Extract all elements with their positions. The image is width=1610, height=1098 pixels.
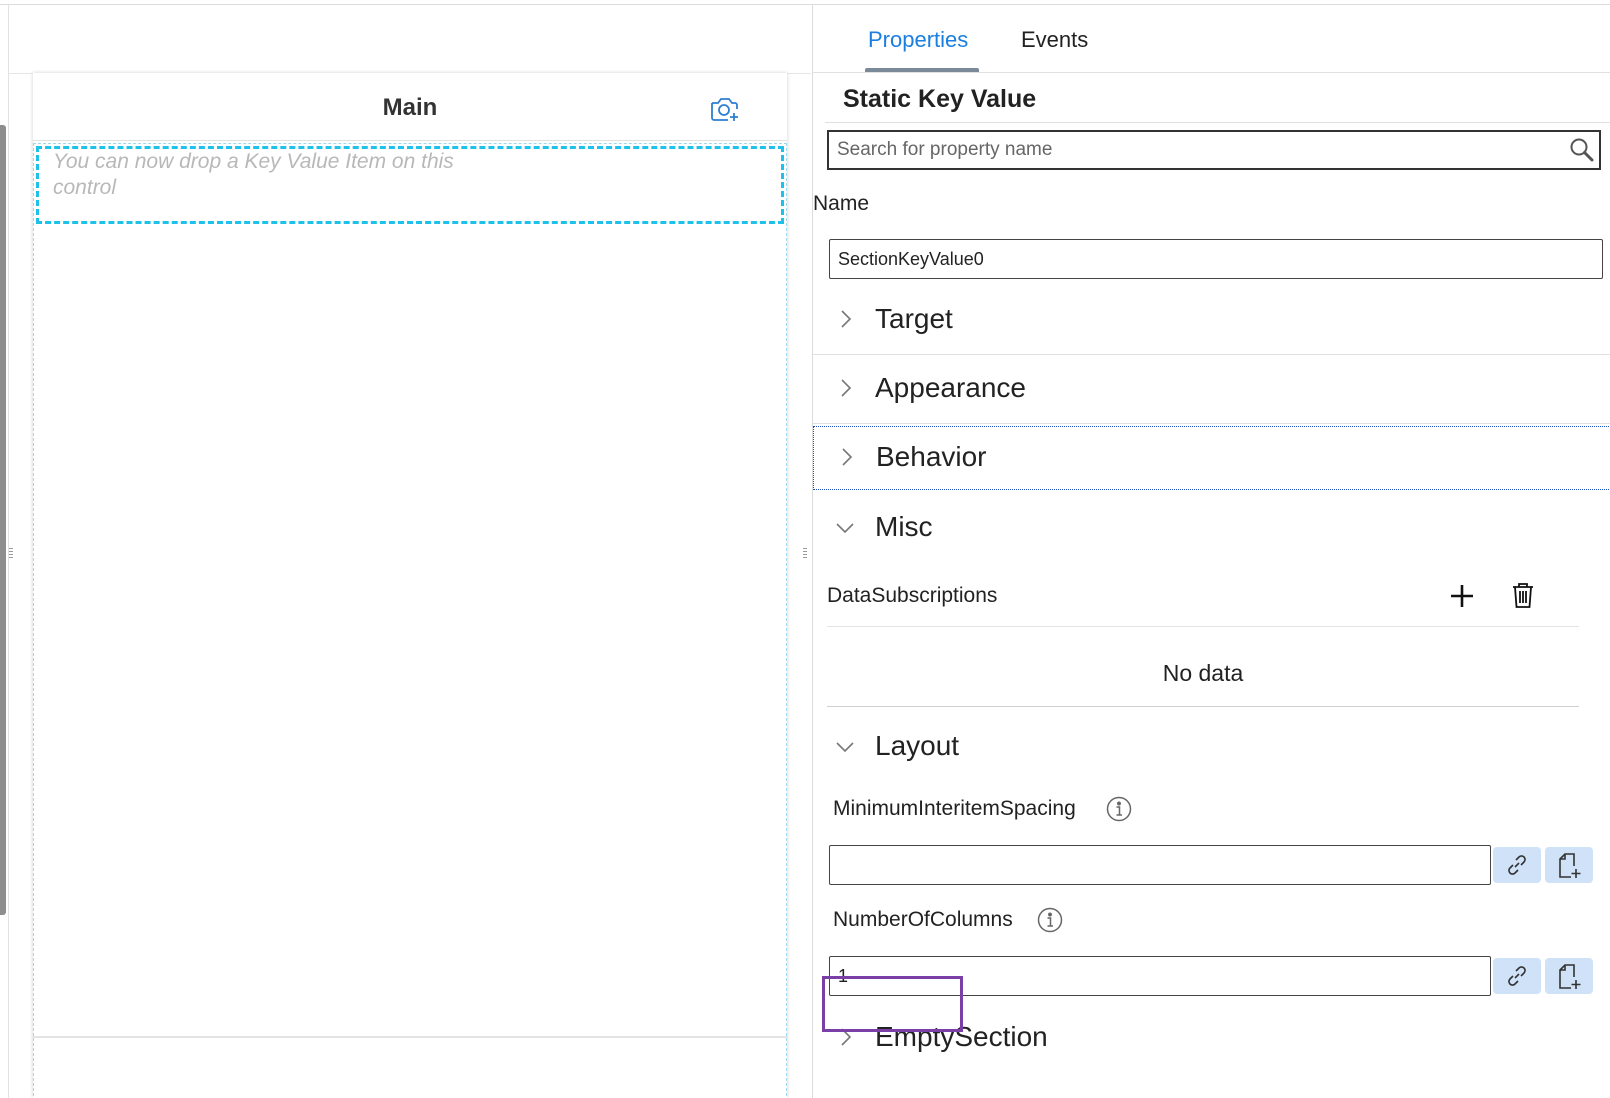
app-root: Main You can now drop a Key Value Item o… [0, 0, 1610, 1098]
left-gutter [0, 5, 9, 1098]
bind-button[interactable] [1493, 847, 1541, 883]
new-file-icon [1559, 964, 1581, 989]
vertical-scrollbar[interactable] [0, 125, 6, 915]
right-split-grip[interactable] [803, 548, 807, 562]
tab-events[interactable]: Events [1021, 27, 1088, 53]
name-label: Name [813, 192, 870, 215]
name-field[interactable] [829, 239, 1603, 279]
new-rule-button[interactable] [1545, 958, 1593, 994]
preview-title: Main [382, 94, 438, 121]
chevron-right-icon [841, 310, 852, 328]
section-layout-label: Layout [875, 730, 960, 761]
page-preview: Main You can now drop a Key Value Item o… [33, 73, 787, 1098]
properties-panel: Properties Events Static Key Value Name … [812, 5, 1610, 1098]
section-layout[interactable]: Layout [813, 714, 1610, 782]
active-tab-indicator [865, 68, 979, 72]
new-rule-button[interactable] [1545, 847, 1593, 883]
section-target[interactable]: Target [813, 287, 1610, 355]
section-appearance-label: Appearance [875, 372, 1027, 403]
min-spacing-field[interactable] [829, 845, 1491, 885]
columns-label: NumberOfColumns [833, 908, 1013, 931]
preview-footer-divider [33, 1036, 787, 1038]
trash-icon[interactable] [1511, 581, 1535, 609]
annotation-highlight [822, 976, 963, 1032]
title-divider [825, 122, 1610, 123]
panel-tabs: Properties Events [813, 5, 1610, 73]
chevron-right-icon [841, 379, 852, 397]
section-behavior-label: Behavior [876, 441, 987, 472]
info-icon[interactable] [1037, 907, 1063, 933]
subscriptions-divider [827, 626, 1579, 627]
no-data-text: No data [1162, 660, 1244, 686]
section-misc-label: Misc [875, 511, 933, 542]
preview-header: Main [33, 73, 787, 141]
link-icon [1508, 966, 1526, 986]
misc-bottom-divider [827, 706, 1579, 707]
chevron-right-icon [842, 448, 853, 466]
new-file-icon [1559, 853, 1581, 878]
panel-title: Static Key Value [843, 85, 1037, 113]
search-input[interactable] [829, 132, 1549, 168]
chevron-down-icon [836, 742, 854, 753]
section-target-label: Target [875, 303, 953, 334]
drop-hint-text: You can now drop a Key Value Item on thi… [53, 150, 454, 199]
section-drop-zone [33, 143, 787, 1098]
chevron-down-icon [836, 523, 854, 534]
min-spacing-label: MinimumInteritemSpacing [833, 797, 1076, 820]
property-search [827, 130, 1601, 170]
search-icon[interactable] [1569, 137, 1595, 163]
camera-add-icon[interactable] [709, 95, 741, 123]
section-misc[interactable]: Misc [813, 495, 1610, 563]
section-behavior[interactable]: Behavior [813, 426, 1610, 490]
bind-button[interactable] [1493, 958, 1541, 994]
section-appearance[interactable]: Appearance [813, 356, 1610, 424]
info-icon[interactable] [1106, 796, 1132, 822]
tab-properties[interactable]: Properties [868, 27, 968, 53]
left-split-grip[interactable] [9, 548, 13, 562]
data-subscriptions-label: DataSubscriptions [827, 584, 998, 607]
add-icon[interactable] [1449, 583, 1475, 609]
link-icon [1508, 855, 1526, 875]
